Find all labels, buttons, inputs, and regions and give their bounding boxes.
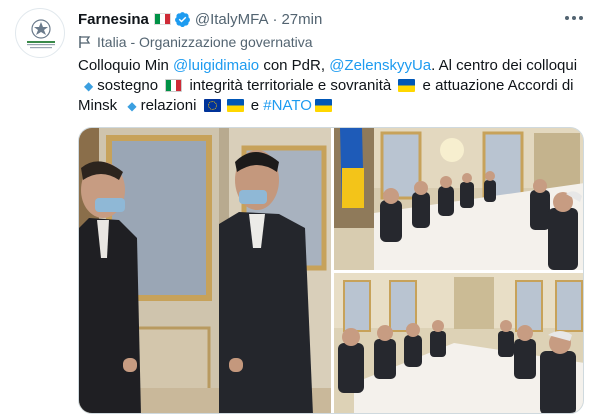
tweet-header: Farnesina @ItalyMFA · 27min — [78, 9, 322, 29]
text-segment: Minsk — [78, 97, 122, 114]
text-segment: integrità territoriale e sovranità — [185, 77, 396, 94]
mention-luigidimaio-link[interactable]: @luigidimaio — [173, 57, 259, 74]
photo-meeting-standing — [79, 128, 331, 413]
media-grid — [78, 127, 584, 414]
text-segment: sostegno — [97, 77, 163, 94]
government-label-text: Italia - Organizzazione governativa — [97, 34, 313, 50]
ukraine-flag-icon — [314, 99, 332, 112]
mention-zelenskyyua-link[interactable]: @ZelenskyyUa — [329, 57, 431, 74]
eu-flag-icon — [203, 99, 221, 112]
ukraine-flag-icon — [226, 99, 244, 112]
timestamp[interactable]: 27min — [281, 11, 322, 28]
government-label[interactable]: Italia - Organizzazione governativa — [78, 33, 313, 51]
verified-badge-icon — [174, 11, 190, 27]
more-dots-icon — [565, 16, 583, 20]
italy-flag-icon — [165, 79, 183, 92]
photo-handshake[interactable] — [79, 128, 331, 413]
flag-outline-icon — [79, 36, 91, 48]
text-segment: Colloquio Min — [78, 57, 174, 74]
ministry-emblem-icon — [27, 19, 55, 49]
hashtag-nato-link[interactable]: #NATO — [263, 97, 312, 114]
more-options-button[interactable] — [562, 8, 586, 28]
photo-delegations-table — [334, 128, 583, 270]
text-segment: e attuazione Accordi di — [418, 77, 574, 94]
tweet-line-3: Minsk ◆ relazioni e #NATO — [78, 96, 588, 116]
photo-meeting-table-2[interactable] — [334, 273, 583, 413]
small-blue-diamond-icon: ◆ — [127, 99, 137, 113]
italy-flag-icon — [153, 13, 171, 25]
photo-meeting-table-1[interactable] — [334, 128, 583, 270]
tweet-line-1: Colloquio Min @luigidimaio con PdR, @Zel… — [78, 56, 588, 76]
avatar[interactable] — [15, 8, 65, 58]
separator-dot: · — [272, 10, 278, 28]
tweet-line-2: ◆ sostegno integrità territoriale e sovra… — [78, 76, 588, 96]
tweet-text: Colloquio Min @luigidimaio con PdR, @Zel… — [78, 56, 588, 116]
account-handle[interactable]: @ItalyMFA — [195, 11, 269, 28]
ukraine-flag-icon — [398, 79, 416, 92]
small-blue-diamond-icon: ◆ — [84, 79, 94, 93]
account-name[interactable]: Farnesina — [78, 11, 149, 28]
text-segment: relazioni — [140, 97, 201, 114]
tweet[interactable]: Farnesina @ItalyMFA · 27min Italia - Org… — [0, 0, 599, 419]
text-segment: con PdR, — [259, 57, 330, 74]
text-segment: e — [246, 97, 264, 114]
photo-delegations-table-wide — [334, 273, 583, 413]
text-segment: . Al centro dei colloqui — [431, 57, 578, 74]
